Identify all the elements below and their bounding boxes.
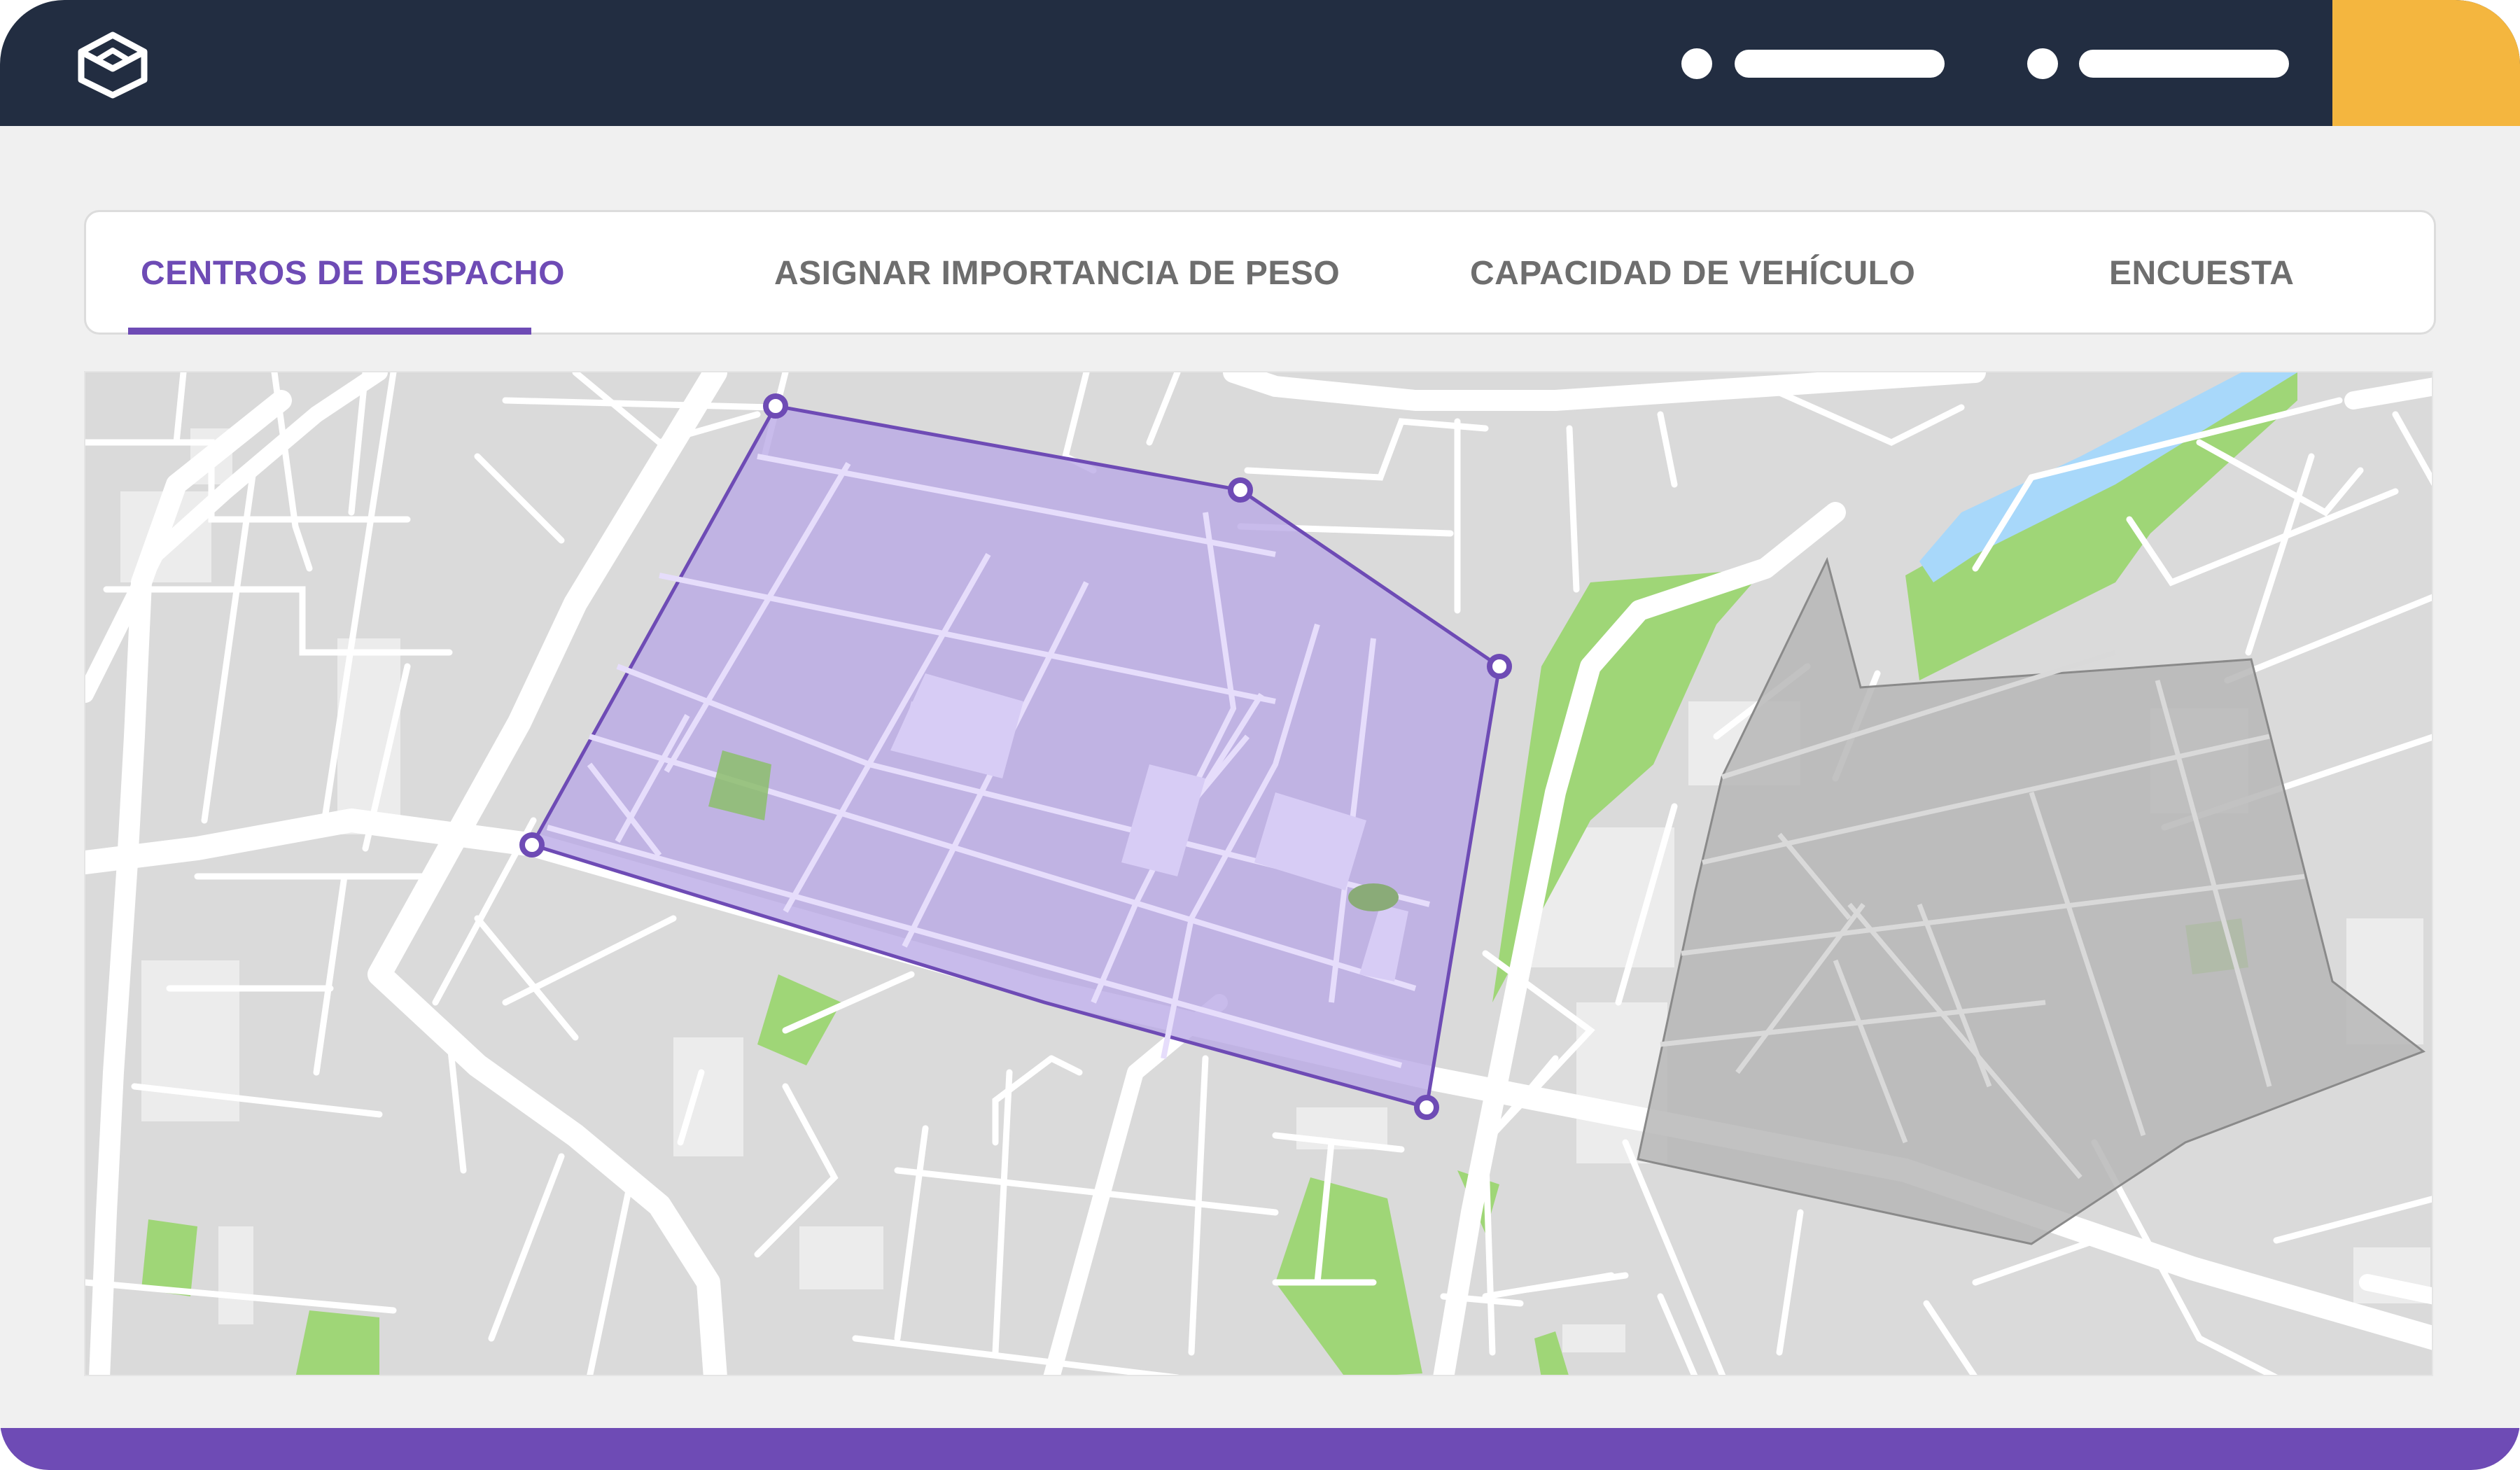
bottom-accent-bar [0, 1428, 2520, 1470]
selected-dispatch-zone[interactable] [519, 393, 1512, 1120]
header-menu-dot-2 [2027, 48, 2058, 79]
zone-pond [1348, 883, 1399, 911]
inactive-dispatch-zone[interactable] [1637, 556, 2426, 1245]
active-tab-indicator [128, 328, 531, 335]
tab-bar: CENTROS DE DESPACHO ASIGNAR IMPORTANCIA … [84, 210, 2436, 335]
map-canvas[interactable] [85, 372, 2433, 1376]
app-window: CENTROS DE DESPACHO ASIGNAR IMPORTANCIA … [0, 0, 2520, 1470]
tab-asignar-importancia-de-peso[interactable]: ASIGNAR IMPORTANCIA DE PESO [774, 212, 1340, 335]
top-navigation-bar [0, 0, 2520, 126]
header-menu-item-1[interactable] [1735, 50, 1945, 78]
header-accent-block [2332, 0, 2520, 126]
brand-logo-icon[interactable] [67, 29, 158, 99]
header-menu-item-2[interactable] [2079, 50, 2289, 78]
tab-encuesta[interactable]: ENCUESTA [2109, 212, 2294, 335]
header-menu-dot-1 [1681, 48, 1712, 79]
map-view[interactable] [84, 371, 2433, 1376]
tab-centros-de-despacho[interactable]: CENTROS DE DESPACHO [141, 212, 565, 335]
tab-capacidad-de-vehiculo[interactable]: CAPACIDAD DE VEHÍCULO [1470, 212, 1915, 335]
